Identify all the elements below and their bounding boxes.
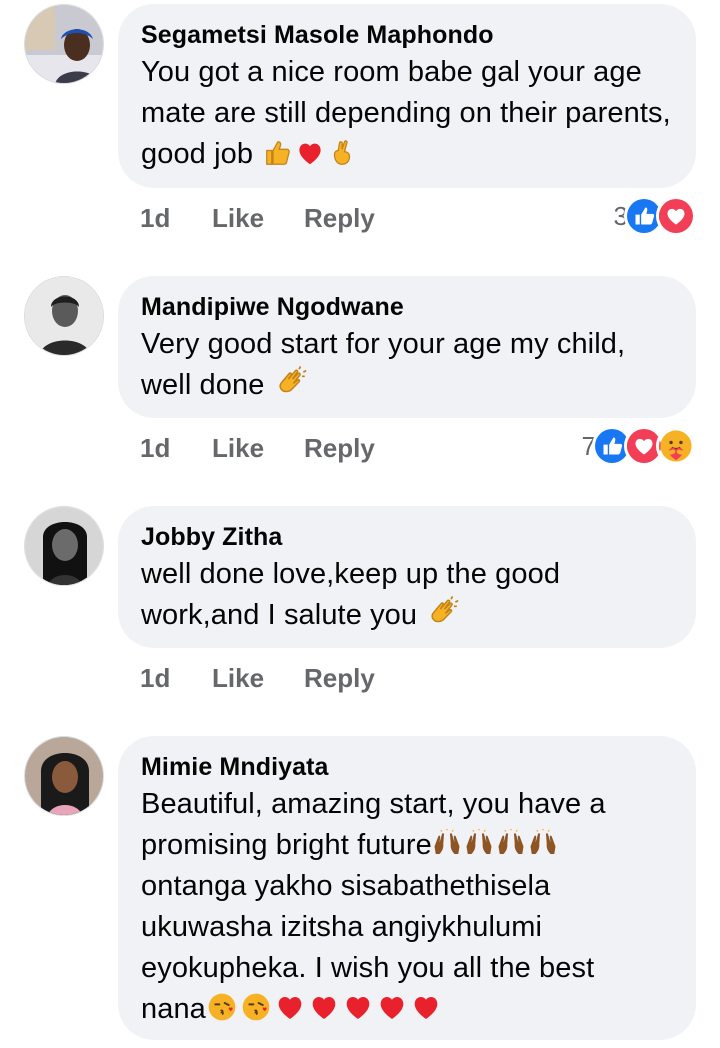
heart-emoji-icon (342, 991, 374, 1023)
comment-timestamp[interactable]: 1d (140, 203, 170, 234)
comment-bubble: Segametsi Masole Maphondo You got a nice… (118, 4, 696, 188)
heart-emoji-icon (410, 991, 442, 1023)
comment-timestamp[interactable]: 1d (140, 433, 170, 464)
comment-author[interactable]: Jobby Zitha (141, 520, 672, 554)
comment-author[interactable]: Mandipiwe Ngodwane (141, 290, 672, 324)
crossed-fingers-emoji-icon (327, 138, 357, 168)
clapping-hands-emoji-icon (275, 365, 309, 399)
comment-author[interactable]: Segametsi Masole Maphondo (141, 18, 672, 52)
reply-button[interactable]: Reply (304, 433, 375, 464)
avatar[interactable] (24, 506, 104, 586)
clapping-hands-emoji-icon (427, 595, 461, 629)
reply-button[interactable]: Reply (304, 663, 375, 694)
comment-text: Very good start for your age my child, w… (141, 328, 626, 401)
raising-hands-emoji-icon (528, 829, 558, 859)
reaction-summary[interactable]: 7 (582, 426, 696, 466)
kissing-face-emoji-icon (206, 991, 238, 1023)
heart-emoji-icon (308, 991, 340, 1023)
raising-hands-emoji-icon (432, 829, 462, 859)
comment-bubble: Mimie Mndiyata Beautiful, amazing start,… (118, 736, 696, 1040)
comment-text: Beautiful, amazing start, you have a pro… (141, 788, 606, 1025)
heart-emoji-icon (376, 991, 408, 1023)
avatar[interactable] (24, 276, 104, 356)
comment-text: well done love,keep up the good work,and… (141, 558, 561, 631)
comment-timestamp[interactable]: 1d (140, 663, 170, 694)
avatar[interactable] (24, 4, 104, 84)
care-reaction-icon (656, 426, 696, 466)
reply-button[interactable]: Reply (304, 203, 375, 234)
comment-text: You got a nice room babe gal your age ma… (141, 56, 671, 170)
heart-emoji-icon (274, 991, 306, 1023)
like-button[interactable]: Like (212, 433, 264, 464)
like-button[interactable]: Like (212, 663, 264, 694)
raising-hands-emoji-icon (464, 829, 494, 859)
avatar[interactable] (24, 736, 104, 816)
comment-author[interactable]: Mimie Mndiyata (141, 750, 672, 784)
comment-bubble: Mandipiwe Ngodwane Very good start for y… (118, 276, 696, 418)
raising-hands-emoji-icon (496, 829, 526, 859)
like-button[interactable]: Like (212, 203, 264, 234)
thumbs-up-emoji-icon (263, 138, 293, 168)
love-reaction-icon (656, 196, 696, 236)
kissing-face-emoji-icon (240, 991, 272, 1023)
heart-emoji-icon (295, 138, 325, 168)
reaction-summary[interactable]: 3 (614, 196, 696, 236)
comment-bubble: Jobby Zitha well done love,keep up the g… (118, 506, 696, 648)
